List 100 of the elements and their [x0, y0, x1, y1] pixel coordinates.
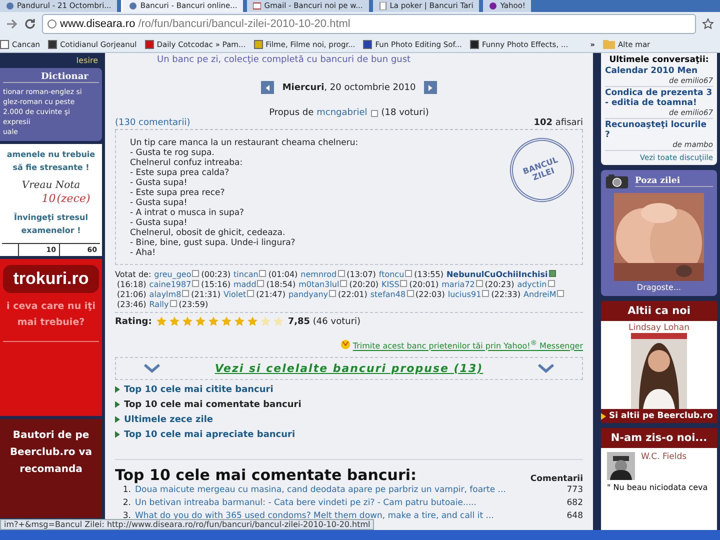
page-icon — [378, 2, 387, 10]
comment-count: 773 — [566, 484, 583, 497]
page-icon — [6, 2, 14, 10]
triangle-bullet-icon — [115, 386, 120, 394]
voter-link[interactable]: m0tan3lul — [298, 280, 340, 289]
voter-link[interactable]: lucius91 — [448, 290, 482, 299]
panel-title: N-am zis-o noi... — [610, 431, 708, 446]
vote-time: (22:01) — [338, 290, 368, 299]
previous-day-button[interactable] — [261, 81, 274, 94]
camera-icon — [605, 172, 629, 190]
vote-time: (15:16) — [201, 280, 230, 289]
voter-link[interactable]: adyctin — [517, 280, 547, 289]
banner-text: Bautori de pe Beerclub.ro va recomanda — [10, 430, 92, 475]
ad-script-text: Vreau Nota — [22, 180, 80, 191]
next-day-button[interactable] — [424, 81, 437, 94]
joke-link[interactable]: Doua maicute mergeau cu masina, cand deodata apare pe parbriz un vampir, foarte ... — [135, 484, 553, 497]
voter-link[interactable]: alaylm8 — [149, 290, 182, 299]
yahoo-share-link[interactable]: Trimite acest banc prietenilor tăi prin Yahoo!$^{®}$ Messenger — [352, 339, 583, 351]
panel-title: Altii ca noi — [626, 304, 692, 319]
vote-time: (23:46) — [117, 300, 146, 309]
comments-link[interactable]: (130 comentarii) — [115, 118, 190, 128]
views-count: 102 afisari — [534, 118, 583, 128]
logout-link[interactable]: Iesire — [0, 53, 102, 65]
ad-score: 10 — [42, 192, 56, 205]
conversation-link[interactable]: Recunoaşteţi locurile ? — [605, 120, 713, 140]
voter-link[interactable]: KISS — [382, 280, 400, 289]
others-link[interactable]: Si altii pe Beerclub.ro — [601, 409, 717, 423]
trokuri-ad[interactable]: trokuri.ro i ceva care nu iţi mai trebuie? — [0, 259, 102, 416]
rating-stars[interactable] — [156, 316, 284, 327]
voter-link[interactable]: ftoncu — [378, 270, 404, 279]
list-link[interactable]: Ultimele zece zile — [115, 414, 214, 426]
vote-time: (13:55) — [414, 270, 444, 279]
ad-headline: amenele nu trebuie să fie stresante ! — [6, 149, 96, 174]
joke-text: Un tip care manca la un restaurant cheama chelneru: - Gusta te rog supa. Chelnerul confuz intreaba: - Este supa prea calda? - Gusta supa! - Este supa prea rece? - Gusta supa! - A intrat o musca in supa? - Gusta supa! Chelnerul, obosit de ghicit, cedeaza. - Bine, bine, gust supa. Unde-i lingura? - Aha! — [130, 138, 358, 258]
comment-count: 648 — [566, 510, 583, 523]
address-field[interactable]: www.diseara.ro /ro/fun/bancuri/bancul-zilei-2010-10-20.html — [42, 14, 696, 34]
voter-link[interactable]: tincan — [234, 270, 258, 279]
voted-label: Votat de: — [115, 270, 152, 279]
joke-date: Miercuri, 20 octombrie 2010 — [282, 82, 416, 92]
vote-time: (20:20) — [349, 280, 379, 289]
vote-time: (23:59) — [178, 300, 208, 309]
trokuri-logo: trokuri.ro — [3, 265, 99, 293]
panel-title: Ultimele conversaţii: — [608, 55, 710, 65]
author-votes: (18 voturi) — [381, 108, 429, 118]
bookmark-star-icon[interactable] — [702, 18, 714, 30]
person-name[interactable]: Lindsay Lohan — [628, 323, 690, 333]
voter-link[interactable]: greu_geo — [154, 270, 192, 279]
triangle-bullet-icon — [115, 416, 120, 424]
folder-icon — [603, 39, 615, 49]
arrow-right-icon — [427, 84, 434, 90]
site-tagline: Un banc pe zi, colecţie completă cu bancuri de bun gust — [156, 54, 412, 65]
triangle-bullet-icon — [115, 401, 120, 408]
conversation-link[interactable]: Condica de prezenta 3 - editia de toamna! — [605, 88, 713, 108]
photo-caption: Dragoste... — [636, 283, 682, 292]
voter-link[interactable]: AndreiM — [523, 290, 556, 299]
page-icon — [129, 2, 138, 10]
vote-time: (01:04) — [268, 270, 298, 279]
voter-link[interactable]: Rally — [149, 300, 169, 309]
chevron-down-icon[interactable] — [537, 362, 556, 375]
ad-tagline: Învingeţi stresul examenelor ! — [13, 212, 89, 237]
proposed-label: Propus de — [269, 108, 314, 118]
ad-score-word: (zece) — [56, 192, 90, 205]
vote-time: (20:23) — [484, 280, 514, 289]
vote-time: (21:31) — [191, 290, 220, 299]
quote-text: " Nu beau niciodata ceva — [607, 483, 709, 492]
list-link[interactable]: Top 10 cele mai citite bancuri — [115, 384, 274, 396]
rating-value: 7,85 (46 voturi) — [288, 316, 361, 326]
panel-title: Poza zilei — [635, 176, 713, 186]
voter-link[interactable]: maria72 — [442, 280, 475, 289]
forward-icon[interactable] — [6, 18, 18, 30]
rank-number: 3. — [122, 510, 131, 521]
voter-link[interactable]: pandyany — [288, 290, 328, 299]
vote-time: (22:03) — [416, 290, 445, 299]
rating-label: Rating: — [115, 316, 152, 326]
voter-link[interactable]: caine1987 — [149, 280, 192, 289]
ad-text: i ceva care nu iţi mai trebuie? — [3, 299, 99, 342]
chevron-down-icon[interactable] — [142, 362, 161, 375]
list-link[interactable]: Top 10 cele mai apreciate bancuri — [115, 428, 296, 441]
author-link[interactable]: mcngabriel — [316, 108, 368, 118]
joke-link[interactable]: Un betivan intreaba barmanul: - Cata bere vindeti pe zi? - Cam patru butoaie..... — [135, 496, 553, 510]
vote-time: (20:01) — [409, 280, 439, 289]
voter-link[interactable]: NebunulCuOchiiInchisi — [446, 270, 548, 279]
user-status-icon — [371, 110, 378, 116]
vote-time: (13:07) — [346, 270, 376, 279]
voter-link[interactable]: nemnrod — [300, 270, 337, 279]
beerclub-banner[interactable]: Bautori de pe Beerclub.ro va recomanda — [0, 419, 102, 518]
globe-icon — [47, 19, 57, 29]
voter-link[interactable]: Violet — [223, 290, 246, 299]
voter-link[interactable]: stefan48 — [370, 290, 406, 299]
list-link[interactable]: Top 10 cele mai comentate bancuri — [115, 398, 302, 411]
quote-author[interactable]: W.C. Fields — [641, 452, 687, 480]
page-icon — [489, 2, 498, 10]
vote-time: (22:33) — [491, 290, 520, 299]
rank-number: 2. — [122, 496, 131, 510]
reload-icon[interactable] — [24, 18, 36, 30]
column-header: Comentarii — [530, 474, 583, 484]
page-icon — [253, 2, 262, 10]
voter-link[interactable]: madd — [233, 280, 256, 289]
conversation-link[interactable]: Calendar 2010 Men — [605, 66, 713, 76]
rank-number: 1. — [122, 484, 131, 497]
